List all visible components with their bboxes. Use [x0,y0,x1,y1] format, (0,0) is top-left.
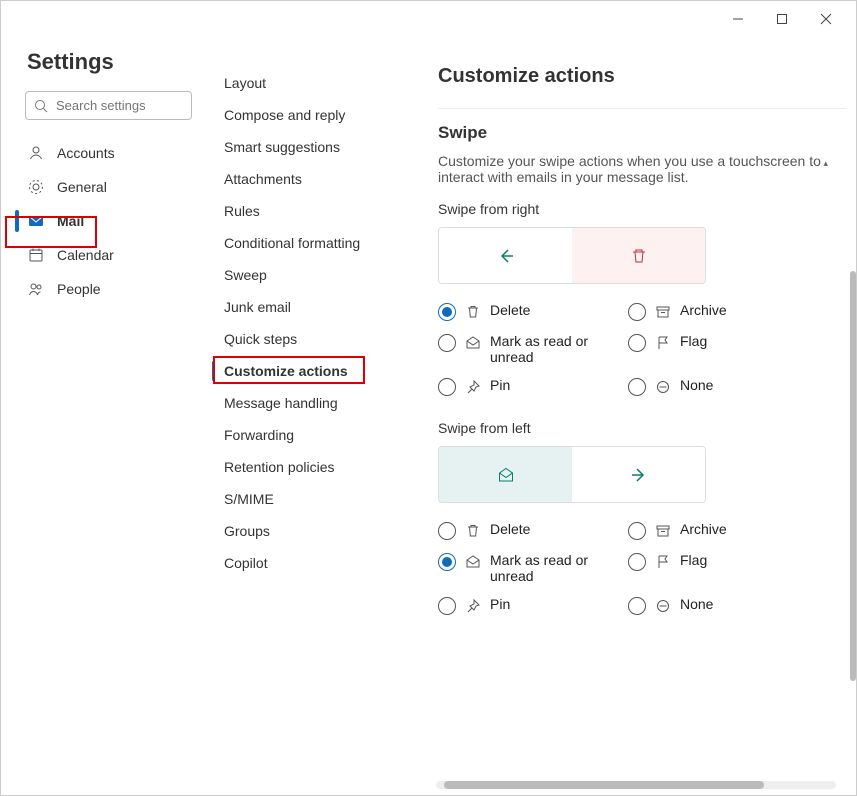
horizontal-scrollbar[interactable] [436,781,836,789]
option-swipe-right-archive[interactable]: Archive [628,302,808,321]
swipe-left-preview [438,446,706,503]
mid-item-customize-actions[interactable]: Customize actions [206,355,416,387]
mid-item-retention-policies[interactable]: Retention policies [206,451,416,483]
mid-item-groups[interactable]: Groups [206,515,416,547]
archive-icon [654,303,672,321]
swipe-right-heading: Swipe from right [438,201,846,217]
delete-icon [464,522,482,540]
none-icon [654,597,672,615]
nav-label: Mail [57,213,84,229]
settings-title: Settings [1,45,206,91]
radio[interactable] [628,522,646,540]
vertical-scrollbar[interactable] [850,271,856,681]
radio[interactable] [628,334,646,352]
mail-open-icon [464,553,482,571]
sidebar-item-people[interactable]: People [1,272,206,306]
flag-icon [654,553,672,571]
search-input-wrap[interactable] [25,91,192,120]
sidebar: Settings Accounts General Mail [1,37,206,795]
radio[interactable] [628,597,646,615]
none-icon [654,378,672,396]
mail-icon [27,212,45,230]
radio[interactable] [438,553,456,571]
people-icon [27,280,45,298]
mid-item-forwarding[interactable]: Forwarding [206,419,416,451]
page-title: Customize actions [438,37,846,108]
mid-item-rules[interactable]: Rules [206,195,416,227]
radio[interactable] [438,522,456,540]
option-swipe-left-pin[interactable]: Pin [438,596,618,615]
pin-icon [464,378,482,396]
arrow-left-icon [439,228,572,283]
mid-item-attachments[interactable]: Attachments [206,163,416,195]
option-swipe-right-pin[interactable]: Pin [438,377,618,396]
mid-item-conditional-formatting[interactable]: Conditional formatting [206,227,416,259]
mid-item-copilot[interactable]: Copilot [206,547,416,579]
archive-icon [654,522,672,540]
sidebar-item-accounts[interactable]: Accounts [1,136,206,170]
calendar-icon [27,246,45,264]
titlebar [1,1,856,37]
swipe-left-heading: Swipe from left [438,420,846,436]
sidebar-item-mail[interactable]: Mail [1,204,206,238]
radio[interactable] [438,334,456,352]
person-icon [27,144,45,162]
nav-label: Calendar [57,247,114,263]
arrow-right-icon [572,447,705,502]
radio[interactable] [628,303,646,321]
main-panel: Customize actions ▴ Swipe Customize your… [416,37,856,795]
option-swipe-left-archive[interactable]: Archive [628,521,808,540]
sidebar-item-calendar[interactable]: Calendar [1,238,206,272]
sidebar-item-general[interactable]: General [1,170,206,204]
radio[interactable] [438,597,456,615]
mid-item-sweep[interactable]: Sweep [206,259,416,291]
mid-item-smime[interactable]: S/MIME [206,483,416,515]
minimize-button[interactable] [716,5,760,33]
pin-icon [464,597,482,615]
option-swipe-right-none[interactable]: None [628,377,808,396]
option-swipe-right-flag[interactable]: Flag [628,333,808,365]
mid-item-junk-email[interactable]: Junk email [206,291,416,323]
flag-icon [654,334,672,352]
section-description: Customize your swipe actions when you us… [438,153,846,185]
radio[interactable] [438,378,456,396]
mail-open-icon [464,334,482,352]
mail-open-icon [439,447,572,502]
option-swipe-right-mark-read[interactable]: Mark as read or unread [438,333,618,365]
nav-label: People [57,281,101,297]
radio[interactable] [628,553,646,571]
mid-item-quick-steps[interactable]: Quick steps [206,323,416,355]
mid-item-compose[interactable]: Compose and reply [206,99,416,131]
option-swipe-left-flag[interactable]: Flag [628,552,808,584]
nav-label: General [57,179,107,195]
mid-item-layout[interactable]: Layout [206,67,416,99]
radio[interactable] [438,303,456,321]
option-swipe-left-delete[interactable]: Delete [438,521,618,540]
search-icon [34,99,48,113]
swipe-right-preview [438,227,706,284]
delete-icon [572,228,705,283]
settings-sublist: Layout Compose and reply Smart suggestio… [206,37,416,795]
mid-item-smart-suggestions[interactable]: Smart suggestions [206,131,416,163]
radio[interactable] [628,378,646,396]
delete-icon [464,303,482,321]
close-button[interactable] [804,5,848,33]
option-swipe-left-none[interactable]: None [628,596,808,615]
maximize-button[interactable] [760,5,804,33]
mid-item-message-handling[interactable]: Message handling [206,387,416,419]
section-heading-swipe: Swipe [438,123,846,143]
option-swipe-left-mark-read[interactable]: Mark as read or unread [438,552,618,584]
gear-icon [27,178,45,196]
option-swipe-right-delete[interactable]: Delete [438,302,618,321]
nav-label: Accounts [57,145,115,161]
